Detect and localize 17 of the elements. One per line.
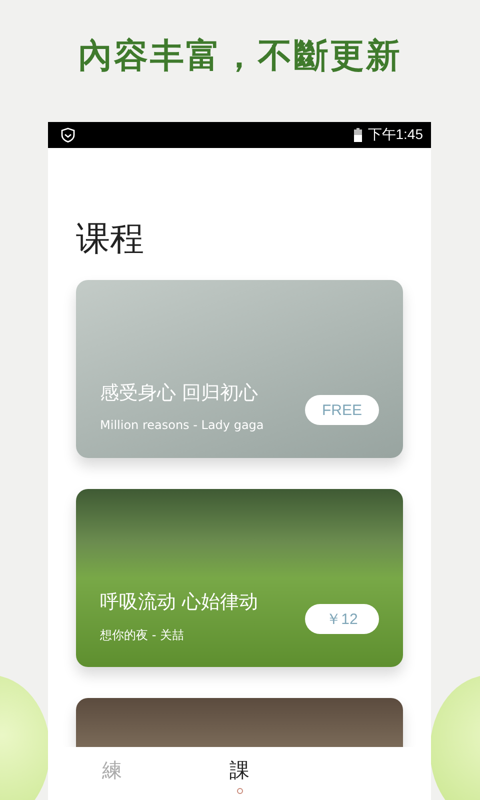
selected-dot-icon — [236, 788, 242, 794]
status-time: 下午1:45 — [368, 126, 423, 144]
price-button[interactable]: ￥12 — [305, 604, 379, 634]
course-card[interactable]: 呼吸流动 心始律动 想你的夜 - 关喆 ￥12 — [76, 489, 403, 667]
shield-icon — [60, 127, 76, 143]
course-card[interactable]: 感受身心 回归初心 Million reasons - Lady gaga FREE — [76, 280, 403, 458]
course-title: 呼吸流动 心始律动 — [100, 590, 258, 615]
page-title: 课程 — [76, 218, 145, 260]
course-title: 感受身心 回归初心 — [100, 381, 258, 406]
nav-tab[interactable]: 課 — [230, 757, 250, 784]
price-button[interactable]: FREE — [305, 395, 379, 425]
course-music: 想你的夜 - 关喆 — [100, 627, 184, 644]
promo-headline: 內容丰富，不斷更新 — [77, 35, 403, 78]
course-music: Million reasons - Lady gaga — [100, 418, 264, 432]
battery-icon — [354, 128, 362, 142]
nav-tab[interactable]: 練 — [102, 757, 122, 784]
course-card[interactable] — [76, 698, 403, 747]
